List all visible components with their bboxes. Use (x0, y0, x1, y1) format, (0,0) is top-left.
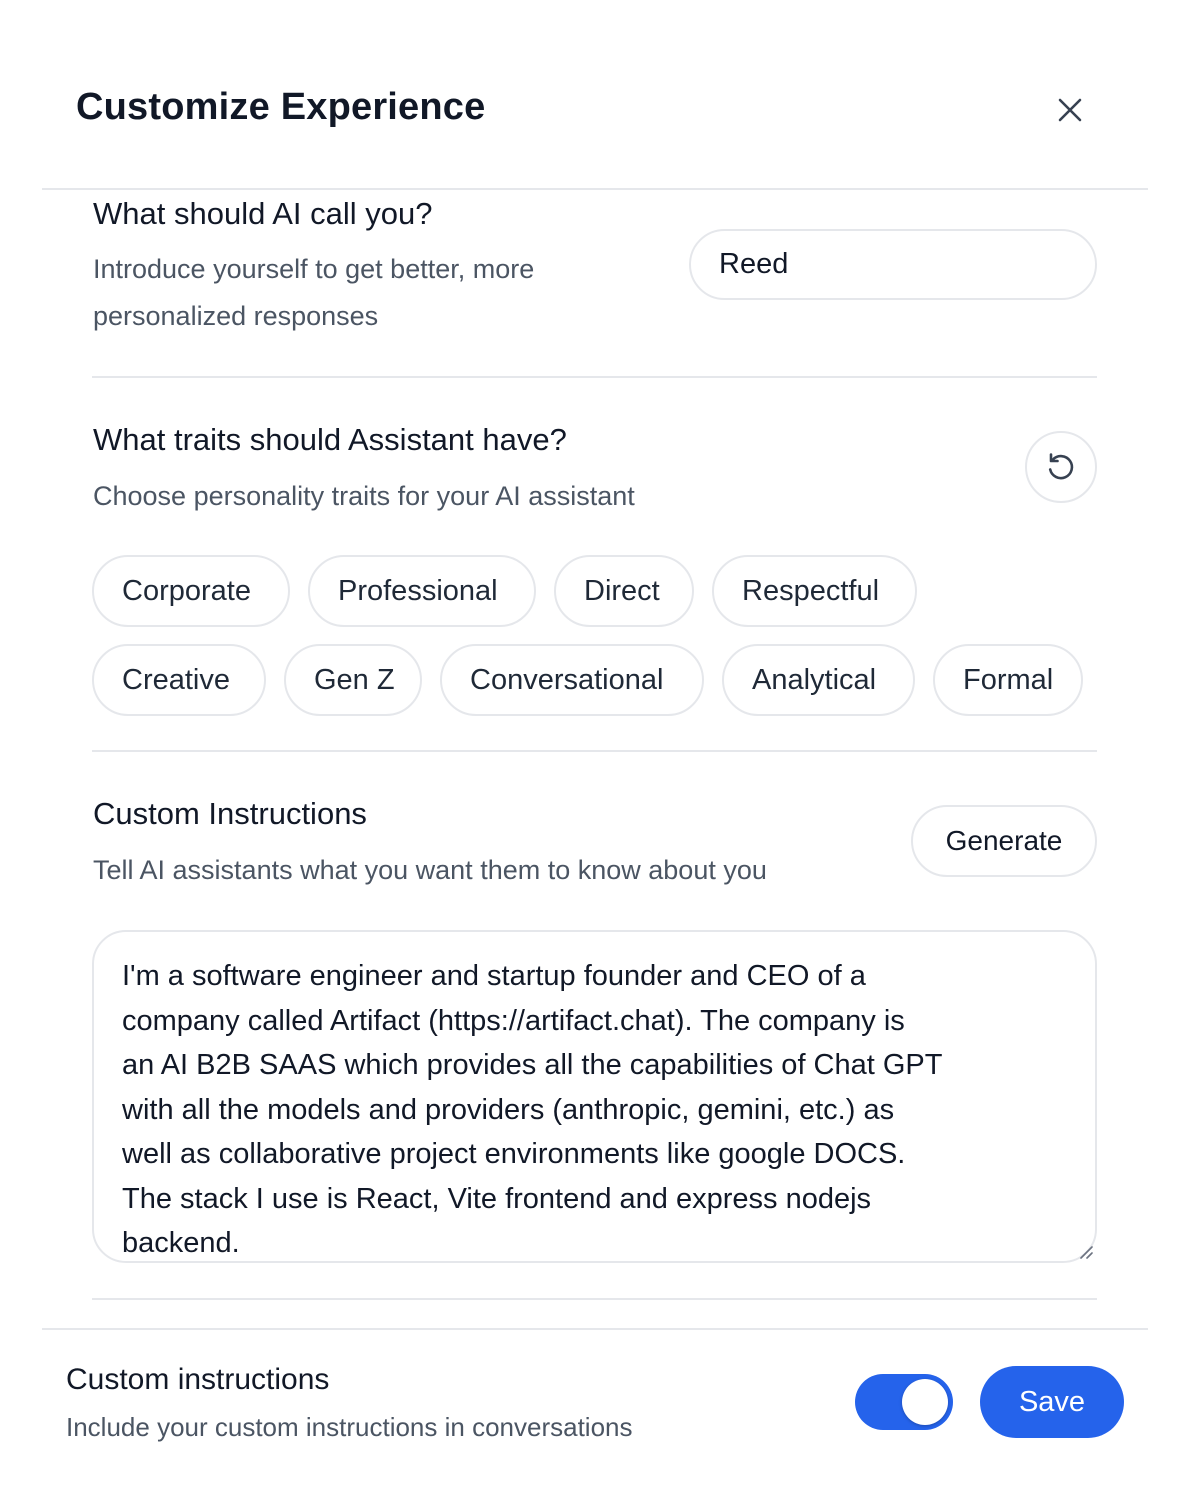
section-divider (92, 750, 1097, 752)
header-divider (42, 188, 1148, 190)
instructions-line: company called Artifact (https://artifac… (122, 1004, 905, 1037)
instructions-line: well as collaborative project environmen… (122, 1138, 906, 1170)
trait-chip-formal[interactable]: Formal (933, 644, 1083, 716)
trait-chip-conversational[interactable]: Conversational (440, 644, 704, 716)
trait-chip-analytical[interactable]: Analytical (722, 644, 915, 716)
save-button[interactable]: Save (980, 1366, 1124, 1438)
custom-instructions-toggle[interactable] (855, 1374, 953, 1430)
name-input[interactable] (689, 229, 1097, 300)
trait-chip-professional[interactable]: Professional (308, 555, 536, 627)
instructions-section-title: Custom Instructions (93, 796, 367, 831)
instructions-line: The stack I use is React, Vite frontend … (122, 1182, 872, 1215)
resize-handle-icon[interactable] (1077, 1243, 1093, 1259)
traits-section-title: What traits should Assistant have? (93, 422, 567, 457)
toggle-knob (902, 1379, 948, 1425)
traits-row-2: Creative Gen Z Conversational Analytical… (92, 644, 1083, 716)
close-button[interactable] (1050, 90, 1090, 130)
reset-icon (1048, 453, 1074, 480)
dialog-title: Customize Experience (76, 86, 486, 128)
trait-chip-respectful[interactable]: Respectful (712, 555, 917, 627)
footer-divider (42, 1328, 1148, 1330)
trait-chip-creative[interactable]: Creative (92, 644, 266, 716)
reset-traits-button[interactable] (1025, 431, 1097, 503)
name-section-description-line1: Introduce yourself to get better, more (93, 254, 535, 284)
name-section-description-line2: personalized responses (93, 301, 379, 331)
instructions-section-description: Tell AI assistants what you want them to… (93, 855, 767, 885)
footer-description: Include your custom instructions in conv… (66, 1412, 633, 1442)
instructions-line: I'm a software engineer and startup foun… (122, 960, 866, 992)
trait-chip-gen-z[interactable]: Gen Z (284, 644, 422, 716)
section-divider (92, 376, 1097, 378)
close-icon (1058, 98, 1082, 122)
trait-chip-direct[interactable]: Direct (554, 555, 694, 627)
section-divider (92, 1298, 1097, 1300)
trait-chip-corporate[interactable]: Corporate (92, 555, 290, 627)
customize-experience-dialog: Customize Experience What should AI call… (0, 0, 1200, 1500)
generate-button[interactable]: Generate (911, 805, 1097, 877)
traits-section-description: Choose personality traits for your AI as… (93, 481, 635, 511)
custom-instructions-textarea[interactable]: I'm a software engineer and startup foun… (92, 930, 1097, 1263)
instructions-line: an AI B2B SAAS which provides all the ca… (122, 1049, 943, 1081)
instructions-line: backend. (122, 1227, 240, 1259)
instructions-line: with all the models and providers (anthr… (122, 1093, 895, 1126)
name-section-title: What should AI call you? (93, 196, 433, 231)
footer-title: Custom instructions (66, 1363, 330, 1396)
traits-row-1: Corporate Professional Direct Respectful (92, 555, 917, 627)
